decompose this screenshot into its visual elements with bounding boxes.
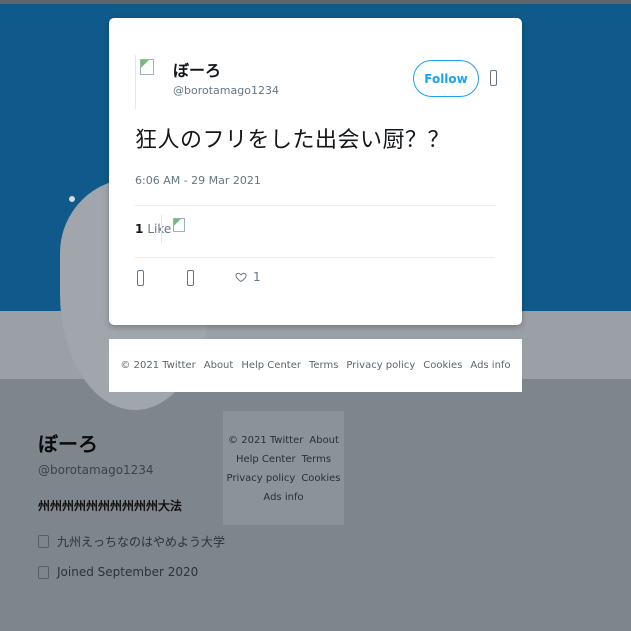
tweet-footer-links: © 2021 Twitter About Help Center Terms P… (109, 339, 522, 392)
footer-ads-info[interactable]: Ads info (470, 360, 510, 371)
tweet-author-handle[interactable]: @borotamago1234 (173, 84, 279, 97)
profile-bio: 州州州州州州州州州州大法 (38, 499, 183, 513)
profile-location: 九州えっちなのはやめよう大学 (38, 533, 225, 550)
like-button[interactable]: 1 (235, 270, 261, 284)
likes-summary[interactable]: 1 Like (135, 222, 171, 236)
like-count: 1 (253, 270, 261, 284)
location-icon (38, 535, 49, 548)
footer-privacy[interactable]: Privacy policy (346, 360, 415, 371)
liker-avatar[interactable] (173, 218, 189, 240)
side-footer-privacy[interactable]: Privacy policy (227, 473, 296, 484)
divider (135, 257, 495, 258)
side-footer-copyright: © 2021 Twitter (228, 435, 304, 446)
follow-button[interactable]: Follow (413, 60, 479, 97)
profile-location-text: 九州えっちなのはやめよう大学 (57, 535, 226, 549)
side-footer-ads[interactable]: Ads info (263, 492, 303, 503)
tweet-author-name[interactable]: ぼーろ (173, 57, 221, 81)
footer-terms[interactable]: Terms (309, 360, 338, 371)
retweet-button[interactable] (187, 270, 194, 286)
footer-about[interactable]: About (204, 360, 234, 371)
side-footer-help[interactable]: Help Center (236, 454, 296, 465)
likes-label: Like (147, 222, 172, 236)
likes-count: 1 (135, 222, 144, 236)
profile-handle[interactable]: @borotamago1234 (38, 463, 154, 477)
tweet-card: ぼーろ @borotamago1234 Follow 狂人のフリをした出会い厨？… (109, 18, 522, 325)
reply-button[interactable] (137, 270, 144, 286)
retweet-icon (187, 270, 194, 286)
side-footer-cookies[interactable]: Cookies (301, 473, 340, 484)
heart-icon (235, 272, 247, 283)
divider (135, 205, 495, 206)
tweet-text: 狂人のフリをした出会い厨？？ (135, 128, 451, 153)
side-footer-terms[interactable]: Terms (302, 454, 331, 465)
reply-icon (137, 270, 144, 286)
footer-copyright: © 2021 Twitter (120, 360, 196, 371)
footer-help-center[interactable]: Help Center (241, 360, 301, 371)
side-footer-about[interactable]: About (309, 435, 339, 446)
likes-separator (161, 215, 162, 243)
calendar-icon (38, 565, 49, 579)
side-footer: © 2021 Twitter About Help Center Terms Pri… (223, 411, 344, 525)
tweet-footer-card: © 2021 Twitter About Help Center Terms P… (109, 339, 522, 392)
more-options-icon[interactable] (490, 70, 497, 86)
tweet-actions: 1 (135, 270, 495, 292)
footer-cookies[interactable]: Cookies (423, 360, 462, 371)
profile-name: ぼーろ (38, 432, 98, 456)
tweet-timestamp[interactable]: 6:06 AM - 29 Mar 2021 (135, 174, 261, 187)
profile-joined-text: Joined September 2020 (57, 565, 199, 579)
tweet-author-avatar[interactable] (135, 55, 168, 109)
profile-joined: Joined September 2020 (38, 565, 198, 579)
